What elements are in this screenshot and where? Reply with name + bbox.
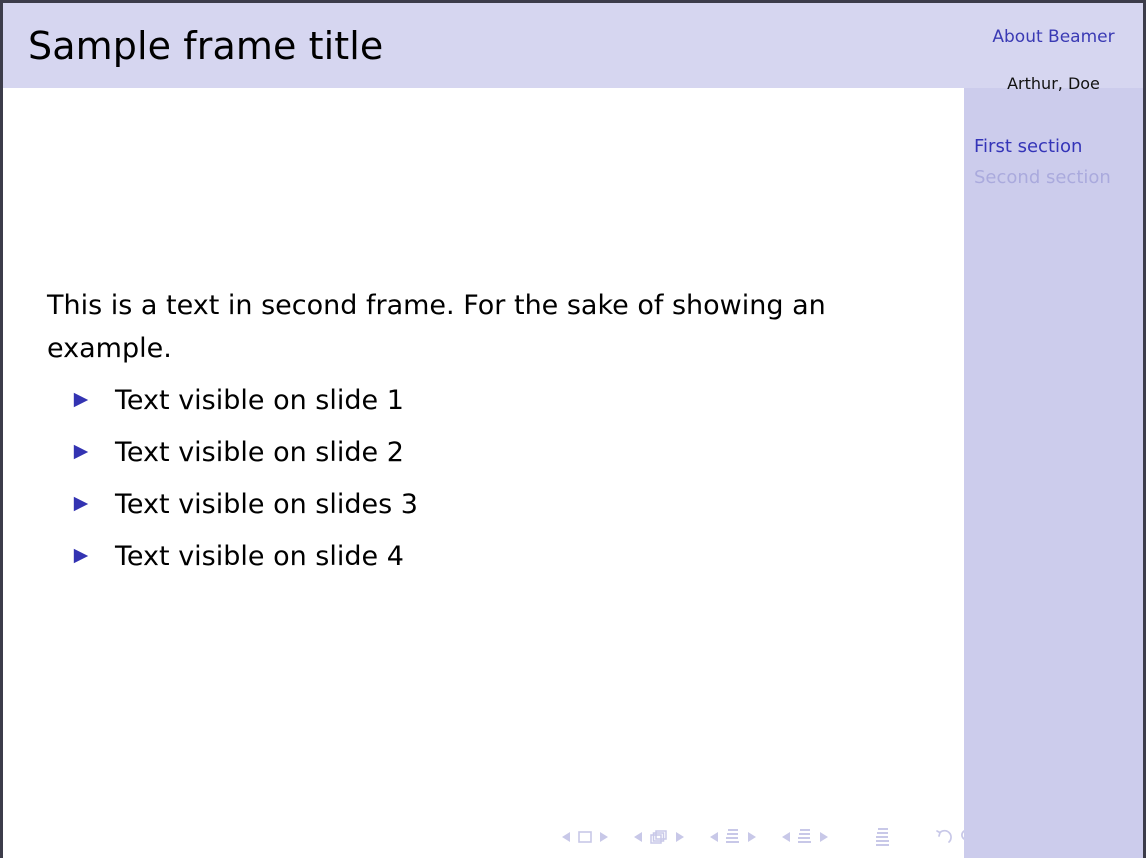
triangle-right-icon — [47, 495, 89, 513]
frame-title: Sample frame title — [28, 23, 384, 68]
nav-prev-section-icon[interactable] — [781, 831, 791, 843]
nav-presentation-icon[interactable] — [875, 827, 891, 847]
body-paragraph: This is a text in second frame. For the … — [47, 290, 826, 364]
beamer-slide: Sample frame title This is a text in sec… — [0, 0, 1146, 858]
list-item: Text visible on slide 2 — [47, 437, 907, 489]
sidebar: About Beamer Arthur, Doe First section S… — [964, 3, 1143, 858]
nav-prev-frame-icon[interactable] — [633, 831, 643, 843]
nav-slide-icon[interactable] — [577, 830, 593, 844]
triangle-right-icon — [47, 391, 89, 409]
list-item: Text visible on slide 4 — [47, 541, 907, 593]
triangle-right-icon — [47, 443, 89, 461]
list-item-label: Text visible on slide 1 — [115, 385, 404, 416]
list-item-label: Text visible on slides 3 — [115, 489, 418, 520]
frame-navigation-group[interactable] — [630, 829, 688, 845]
nav-next-frame-icon[interactable] — [675, 831, 685, 843]
list-item: Text visible on slides 3 — [47, 489, 907, 541]
nav-back-icon[interactable] — [935, 828, 953, 846]
subsection-navigation-group[interactable] — [706, 828, 760, 846]
nav-prev-subsection-icon[interactable] — [709, 831, 719, 843]
nav-prev-slide-icon[interactable] — [561, 831, 571, 843]
list-item: Text visible on slide 1 — [47, 385, 907, 437]
section-navigation-group[interactable] — [778, 828, 832, 846]
presentation-title[interactable]: About Beamer — [964, 27, 1143, 47]
nav-next-slide-icon[interactable] — [599, 831, 609, 843]
nav-section-icon[interactable] — [797, 828, 813, 846]
list-item-label: Text visible on slide 4 — [115, 541, 404, 572]
sidebar-item-first-section[interactable]: First section — [964, 131, 1143, 162]
nav-next-section-icon[interactable] — [819, 831, 829, 843]
sidebar-item-second-section[interactable]: Second section — [964, 162, 1143, 193]
nav-frame-icon[interactable] — [649, 829, 669, 845]
triangle-right-icon — [47, 547, 89, 565]
bullet-list: Text visible on slide 1 Text visible on … — [47, 385, 907, 593]
list-item-label: Text visible on slide 2 — [115, 437, 404, 468]
nav-next-subsection-icon[interactable] — [747, 831, 757, 843]
slide-body: This is a text in second frame. For the … — [3, 88, 1000, 858]
frame-title-bar: Sample frame title — [3, 3, 967, 88]
section-nav-list: First section Second section — [964, 131, 1143, 193]
slide-navigation-group[interactable] — [558, 830, 612, 844]
navigation-symbols-bar[interactable] — [558, 824, 1000, 850]
nav-subsection-icon[interactable] — [725, 828, 741, 846]
author-name: Arthur, Doe — [1007, 74, 1100, 93]
presentation-navigation-group[interactable] — [872, 827, 894, 847]
